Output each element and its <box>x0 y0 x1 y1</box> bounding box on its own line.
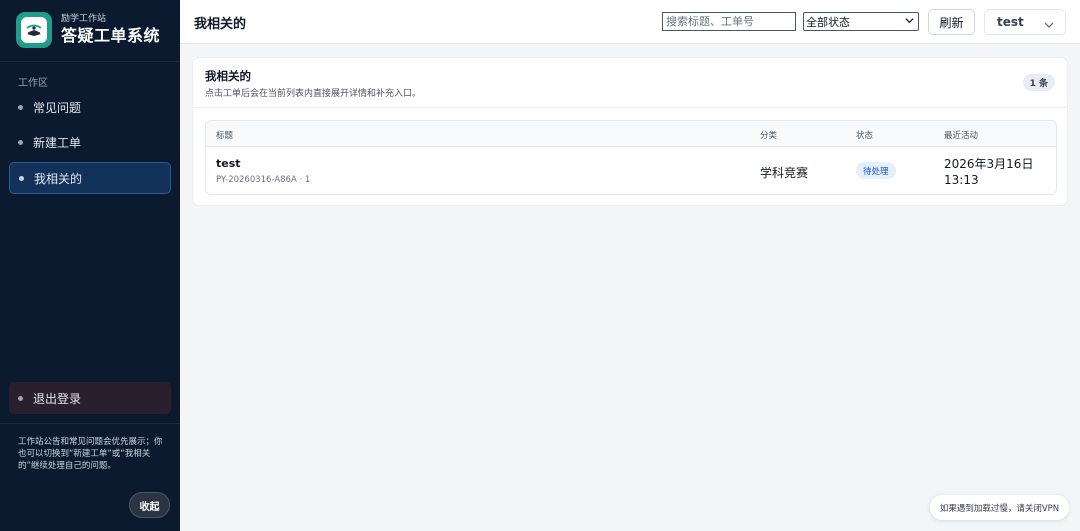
status-filter-value: 全部状态 <box>806 15 850 29</box>
table-row[interactable]: test PY-20260316-A86A · 1 学科竞赛 待处理 2026年… <box>206 148 1056 194</box>
sidebar-divider <box>0 61 180 62</box>
tickets-table: 标题 分类 状态 最近活动 test PY-20260316-A86A · 1 … <box>205 120 1057 195</box>
brand-subtitle: 励学工作站 <box>61 14 107 24</box>
app-logo-icon <box>16 12 52 48</box>
sidebar-item-my-related[interactable]: 我相关的 <box>9 162 171 194</box>
page-title: 我相关的 <box>194 17 247 32</box>
dot-icon <box>18 104 23 110</box>
sidebar-item-new-ticket[interactable]: 新建工单 <box>9 126 171 158</box>
brand: 励学工作站 答疑工单系统 <box>16 12 160 48</box>
tickets-card: 我相关的 点击工单后会在当前列表内直接展开详情和补充入口。 1 条 标题 分类 … <box>192 57 1068 206</box>
table-header: 标题 分类 状态 最近活动 <box>206 121 1056 147</box>
count-badge: 1 条 <box>1022 74 1055 91</box>
chevron-down-icon <box>905 16 914 28</box>
dot-icon <box>18 395 23 401</box>
sidebar-item-label: 新建工单 <box>33 135 82 150</box>
search-input[interactable] <box>662 12 796 31</box>
sidebar-section-label: 工作区 <box>18 78 48 89</box>
logout-button[interactable]: 退出登录 <box>9 382 171 414</box>
top-header: 我相关的 全部状态 刷新 test <box>180 0 1080 44</box>
card-divider <box>193 107 1067 108</box>
vpn-hint-toast: 如果遇到加载过慢，请关闭VPN <box>930 495 1069 520</box>
column-header-last-activity: 最近活动 <box>944 131 979 141</box>
user-menu[interactable]: test <box>984 9 1066 35</box>
ticket-id: PY-20260316-A86A · 1 <box>216 175 311 185</box>
sidebar-note: 工作站公告和常见问题会优先展示；你也可以切换到“新建工单”或“我相关的”继续处理… <box>18 437 163 471</box>
collapse-sidebar-button[interactable]: 收起 <box>129 492 170 518</box>
username: test <box>997 15 1024 29</box>
sidebar-divider <box>0 423 180 424</box>
brand-title: 答疑工单系统 <box>61 26 161 45</box>
column-header-category: 分类 <box>760 131 778 141</box>
column-header-title: 标题 <box>216 131 234 141</box>
status-badge: 待处理 <box>856 162 896 179</box>
sidebar: 励学工作站 答疑工单系统 工作区 常见问题 新建工单 我相关的 退出登录 工作站… <box>0 0 180 531</box>
dot-icon <box>19 175 24 181</box>
column-header-status: 状态 <box>856 131 874 141</box>
refresh-button[interactable]: 刷新 <box>928 9 975 35</box>
ticket-category: 学科竞赛 <box>760 166 809 180</box>
card-title: 我相关的 <box>205 69 251 83</box>
ticket-last-activity: 2026年3月16日 13:13 <box>944 157 1034 187</box>
status-filter-select[interactable]: 全部状态 <box>803 12 919 31</box>
sidebar-item-label: 常见问题 <box>33 100 82 115</box>
logout-label: 退出登录 <box>33 391 82 406</box>
ticket-title: test <box>216 157 241 170</box>
sidebar-item-faq[interactable]: 常见问题 <box>9 91 171 123</box>
sidebar-item-label: 我相关的 <box>34 171 83 186</box>
chevron-down-icon <box>1043 16 1055 35</box>
card-description: 点击工单后会在当前列表内直接展开详情和补充入口。 <box>205 89 422 99</box>
dot-icon <box>18 139 23 145</box>
